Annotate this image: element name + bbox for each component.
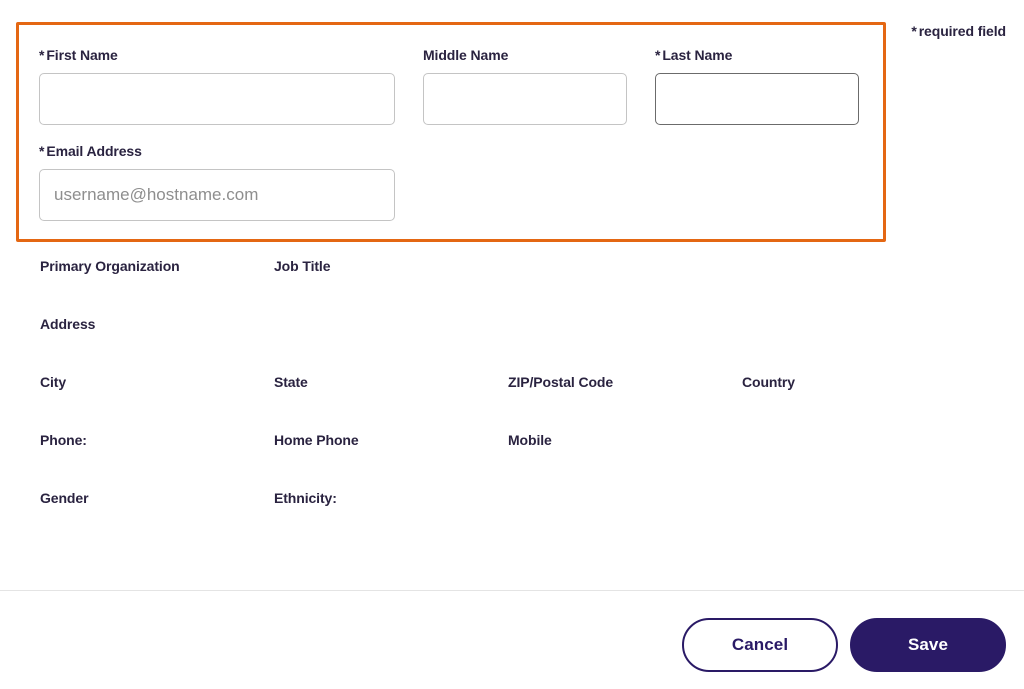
required-fields-highlight: *First Name Middle Name *Last Name *Emai… <box>16 22 886 242</box>
email-field-group: *Email Address <box>39 143 395 221</box>
primary-organization-label: Primary Organization <box>40 258 274 274</box>
gender-label: Gender <box>40 490 274 506</box>
middle-name-input[interactable] <box>423 73 627 125</box>
cancel-button[interactable]: Cancel <box>682 618 838 672</box>
first-name-label: *First Name <box>39 47 395 63</box>
zip-label: ZIP/Postal Code <box>508 374 742 390</box>
address-label: Address <box>40 316 274 332</box>
asterisk-icon: * <box>39 47 44 63</box>
asterisk-icon: * <box>911 23 916 39</box>
last-name-input[interactable] <box>655 73 859 125</box>
save-button[interactable]: Save <box>850 618 1006 672</box>
middle-name-field-group: Middle Name <box>423 47 627 125</box>
city-label: City <box>40 374 274 390</box>
demographics-row: Gender Ethnicity: <box>40 490 980 506</box>
first-name-input[interactable] <box>39 73 395 125</box>
asterisk-icon: * <box>39 143 44 159</box>
footer-divider <box>0 590 1024 591</box>
phone-label: Phone: <box>40 432 274 448</box>
location-row: City State ZIP/Postal Code Country <box>40 374 980 390</box>
name-row: *First Name Middle Name *Last Name <box>39 47 863 125</box>
profile-form-page: *required field *First Name Middle Name … <box>0 0 1024 689</box>
country-label: Country <box>742 374 976 390</box>
org-job-row: Primary Organization Job Title <box>40 258 980 274</box>
address-row: Address <box>40 316 980 332</box>
required-field-note: *required field <box>911 23 1006 39</box>
asterisk-icon: * <box>655 47 660 63</box>
additional-fields-grid: Primary Organization Job Title Address C… <box>40 258 980 548</box>
email-label: *Email Address <box>39 143 395 159</box>
email-input[interactable] <box>39 169 395 221</box>
required-field-note-text: required field <box>919 23 1006 39</box>
last-name-field-group: *Last Name <box>655 47 859 125</box>
first-name-field-group: *First Name <box>39 47 395 125</box>
phone-row: Phone: Home Phone Mobile <box>40 432 980 448</box>
middle-name-label: Middle Name <box>423 47 627 63</box>
job-title-label: Job Title <box>274 258 508 274</box>
ethnicity-label: Ethnicity: <box>274 490 508 506</box>
last-name-label: *Last Name <box>655 47 859 63</box>
state-label: State <box>274 374 508 390</box>
mobile-label: Mobile <box>508 432 742 448</box>
form-actions: Cancel Save <box>682 618 1006 672</box>
email-row: *Email Address <box>39 143 863 221</box>
home-phone-label: Home Phone <box>274 432 508 448</box>
